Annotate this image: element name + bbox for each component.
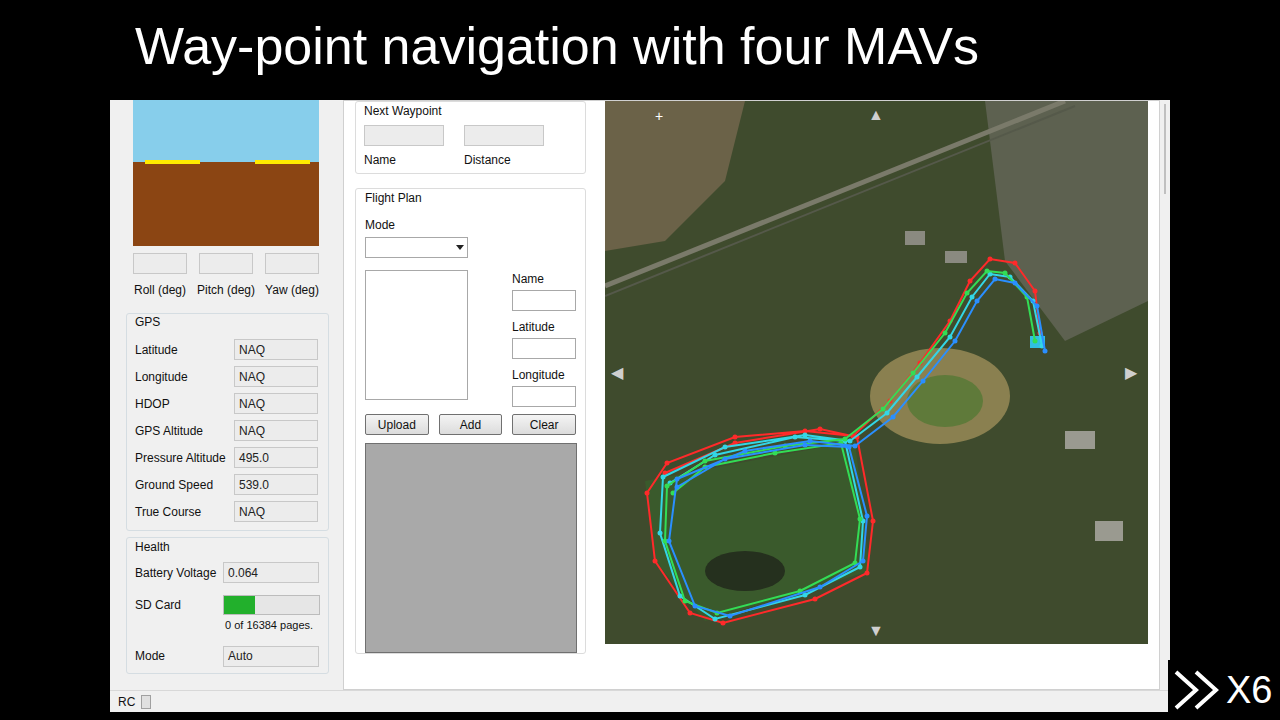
- health-title: Health: [135, 538, 320, 556]
- gps-row: Pressure Altitude495.0: [135, 447, 320, 468]
- gps-label: Longitude: [135, 368, 234, 386]
- attitude-field: Pitch (deg): [199, 253, 253, 299]
- plan-button[interactable]: Upload: [365, 414, 429, 435]
- gps-row: LatitudeNAQ: [135, 339, 320, 360]
- flight-track: [605, 101, 1148, 644]
- plan-field: Name: [512, 270, 576, 311]
- speed-badge: X6: [1168, 660, 1280, 720]
- flight-track: [605, 101, 1148, 644]
- flight-track: [605, 101, 1148, 644]
- gps-value[interactable]: 495.0: [234, 447, 318, 468]
- battery-value[interactable]: 0.064: [223, 562, 319, 583]
- attitude-label: Yaw (deg): [265, 281, 319, 299]
- plan-field-label: Latitude: [512, 318, 576, 336]
- map[interactable]: + ▲ ▼ ◀ ▶: [605, 101, 1148, 644]
- attitude-value[interactable]: [265, 253, 319, 274]
- plan-field-input[interactable]: [512, 338, 576, 359]
- waypoint-list[interactable]: [365, 270, 468, 400]
- gps-label: GPS Altitude: [135, 422, 234, 440]
- gps-row: LongitudeNAQ: [135, 366, 320, 387]
- satellite-map-image: [605, 101, 1148, 644]
- gps-title: GPS: [135, 313, 320, 331]
- plan-field: Latitude: [512, 318, 576, 359]
- plan-button[interactable]: Add: [439, 414, 503, 435]
- plan-field: Longitude: [512, 366, 576, 407]
- gps-group: GPSLatitudeNAQLongitudeNAQHDOPNAQGPS Alt…: [126, 313, 329, 531]
- attitude-indicator: [133, 100, 319, 246]
- gps-row: True CourseNAQ: [135, 501, 320, 522]
- rc-indicator: [141, 695, 151, 709]
- attitude-field: Yaw (deg): [265, 253, 319, 299]
- attitude-value[interactable]: [133, 253, 187, 274]
- attitude-value[interactable]: [199, 253, 253, 274]
- status-bar: RC: [110, 690, 1170, 712]
- horizon-mark-left: [145, 160, 200, 164]
- waypoint-value[interactable]: [464, 125, 544, 146]
- health-group: Health Battery Voltage0.064SD Card 0 of 16…: [126, 537, 329, 674]
- gps-label: HDOP: [135, 395, 234, 413]
- waypoint-field: Name: [364, 125, 444, 169]
- plan-button[interactable]: Clear: [512, 414, 576, 435]
- battery-label: Battery Voltage: [135, 564, 223, 582]
- gps-value[interactable]: NAQ: [234, 420, 318, 441]
- mode-label: Mode: [135, 647, 223, 665]
- pan-right-button[interactable]: ▶: [1125, 365, 1137, 381]
- sd-card-fill: [224, 596, 256, 614]
- mode-label: Mode: [365, 216, 576, 234]
- gps-value[interactable]: NAQ: [234, 339, 318, 360]
- attitude-fields: Roll (deg) Pitch (deg) Yaw (deg): [133, 253, 337, 299]
- sd-card-label: SD Card: [135, 596, 223, 614]
- sd-card-progress: [223, 595, 320, 615]
- status-panel: Roll (deg) Pitch (deg) Yaw (deg) GPS Latitud…: [110, 100, 343, 690]
- speed-label: X6: [1226, 671, 1272, 709]
- waypoint-label: Distance: [464, 151, 544, 169]
- gps-row: Ground Speed539.0: [135, 474, 320, 495]
- attitude-label: Roll (deg): [134, 281, 186, 299]
- gps-label: True Course: [135, 503, 234, 521]
- next-waypoint-title: Next Waypoint: [364, 102, 577, 120]
- rc-label: RC: [118, 693, 135, 711]
- gps-row: GPS AltitudeNAQ: [135, 420, 320, 441]
- main-panel: Next Waypoint Name Distance Flight Plan Mode…: [343, 100, 1160, 690]
- plan-column: Next Waypoint Name Distance Flight Plan Mode…: [344, 101, 605, 689]
- next-waypoint-group: Next Waypoint Name Distance: [355, 101, 586, 174]
- gps-label: Pressure Altitude: [135, 449, 234, 467]
- gps-label: Ground Speed: [135, 476, 234, 494]
- plan-field-input[interactable]: [512, 386, 576, 407]
- plan-field-label: Name: [512, 270, 576, 288]
- sd-card-caption: 0 of 16384 pages.: [135, 617, 320, 634]
- waypoint-label: Name: [364, 151, 444, 169]
- attitude-label: Pitch (deg): [197, 281, 255, 299]
- scrollbar[interactable]: [1160, 100, 1170, 690]
- pan-up-button[interactable]: ▲: [868, 107, 884, 123]
- gps-value[interactable]: NAQ: [234, 393, 318, 414]
- plan-field-label: Longitude: [512, 366, 576, 384]
- zoom-in-button[interactable]: +: [655, 109, 663, 123]
- mode-dropdown[interactable]: [365, 237, 468, 258]
- flight-plan-title: Flight Plan: [365, 189, 576, 207]
- slide: Way-point navigation with four MAVsRoll …: [0, 0, 1280, 720]
- flight-plan-group: Flight Plan Mode Name Latitude Longitude Uplo…: [355, 188, 586, 654]
- gps-label: Latitude: [135, 341, 234, 359]
- pan-left-button[interactable]: ◀: [611, 365, 623, 381]
- slide-title: Way-point navigation with four MAVs: [0, 0, 1280, 100]
- waypoint-field: Distance: [464, 125, 544, 169]
- waypoint-value[interactable]: [364, 125, 444, 146]
- log-area: [365, 443, 577, 653]
- flight-track: [605, 101, 1148, 644]
- horizon-mark-right: [255, 160, 310, 164]
- gps-value[interactable]: NAQ: [234, 366, 318, 387]
- dropdown-arrow-icon: [456, 245, 464, 250]
- fast-forward-icon: [1174, 670, 1224, 710]
- gps-row: HDOPNAQ: [135, 393, 320, 414]
- attitude-field: Roll (deg): [133, 253, 187, 299]
- pan-down-button[interactable]: ▼: [868, 623, 884, 639]
- app-window: Roll (deg) Pitch (deg) Yaw (deg) GPS Latitud…: [110, 100, 1170, 712]
- mode-value[interactable]: Auto: [223, 646, 319, 667]
- plan-field-input[interactable]: [512, 290, 576, 311]
- gps-value[interactable]: 539.0: [234, 474, 318, 495]
- gps-value[interactable]: NAQ: [234, 501, 318, 522]
